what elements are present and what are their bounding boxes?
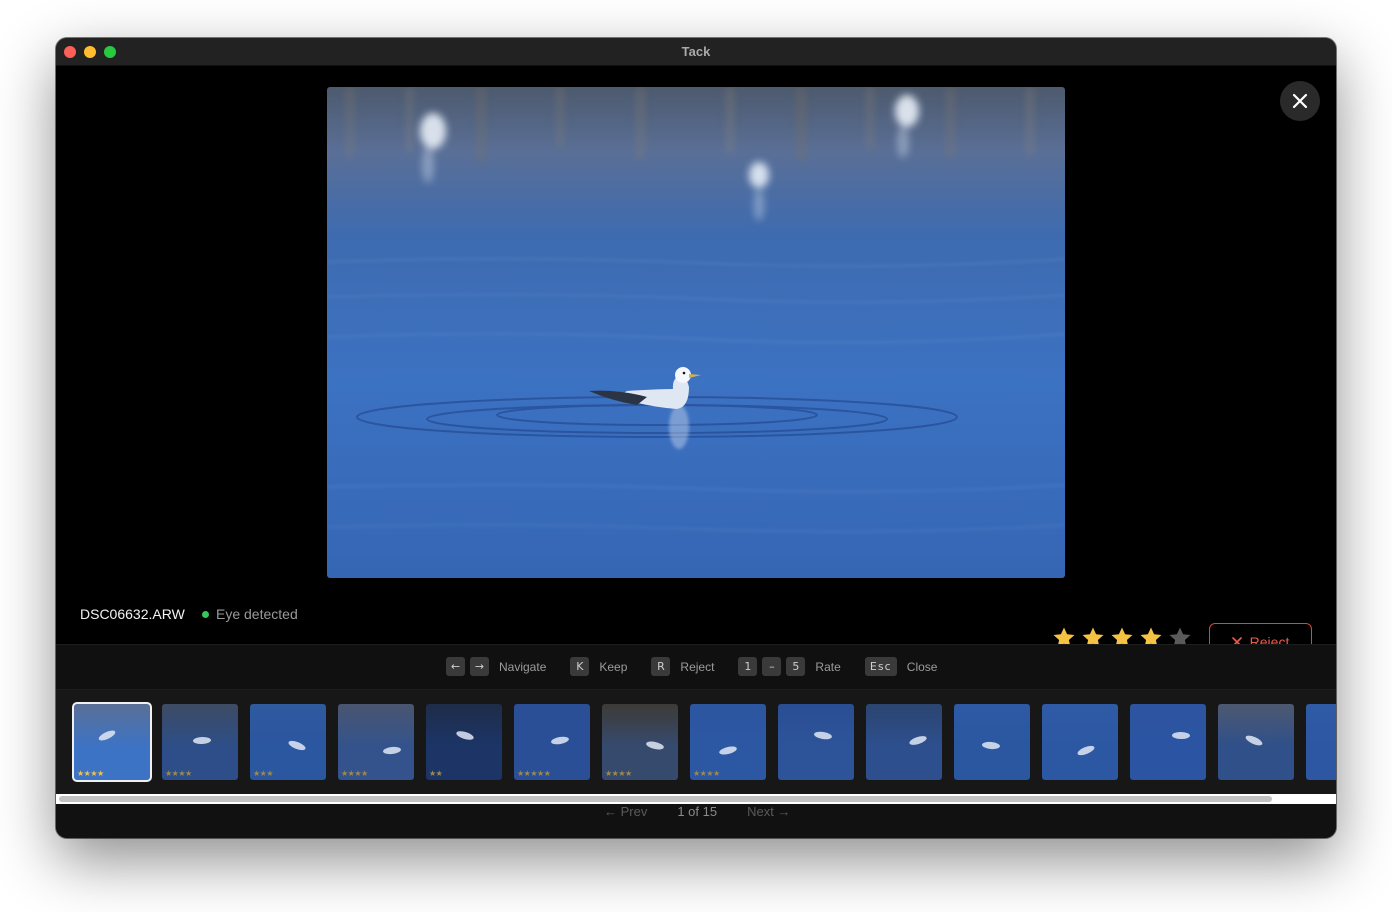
bird-shape (813, 730, 833, 741)
key-5: 5 (786, 657, 806, 676)
thumbnail[interactable] (1218, 704, 1294, 780)
key-left-arrow: ← (446, 657, 465, 676)
status-dot (202, 610, 209, 618)
photo-filename: DSC06632.ARW (80, 606, 185, 622)
keep-hint: Keep (599, 659, 628, 674)
thumbnail[interactable]: ★★★★★ (514, 704, 590, 780)
close-hint: Close (906, 659, 938, 674)
thumbnail[interactable] (778, 704, 854, 780)
thumbnail[interactable]: ★★★★ (338, 704, 414, 780)
thumbnail-rating: ★★★★ (341, 769, 368, 778)
bird-shape (287, 739, 307, 752)
bird-shape (908, 734, 928, 747)
thumbnail[interactable]: ★★★★ (162, 704, 238, 780)
bird-shape (718, 744, 738, 757)
thumbnail[interactable] (866, 704, 942, 780)
eye-detection-status: Eye detected (202, 606, 298, 622)
eye-status-label: Eye detected (216, 606, 298, 622)
pager: ← Prev 1 of 15 Next → (56, 804, 1336, 838)
thumbnail[interactable]: ★★ (426, 704, 502, 780)
thumbnail[interactable]: ★★★ (250, 704, 326, 780)
thumbnail[interactable] (1130, 704, 1206, 780)
key-dash: – (762, 657, 782, 676)
bird-shape (455, 729, 475, 742)
close-viewer-button[interactable] (1280, 81, 1320, 121)
key-esc: Esc (864, 657, 897, 676)
thumbnail-rating: ★★★★ (165, 769, 192, 778)
scrollbar-thumb[interactable] (59, 796, 1272, 802)
key-right-arrow: → (470, 657, 489, 676)
key-k: K (570, 657, 590, 676)
main-photo (327, 87, 1065, 578)
close-icon (1292, 93, 1308, 109)
thumbnail[interactable]: ★★★★ (690, 704, 766, 780)
shortcut-hints: ← → Navigate K Keep R Reject 1 – 5 Rate … (56, 644, 1336, 690)
app-window: Tack DSC06632.ARW Eye detected Reject ← … (56, 38, 1336, 838)
thumbnail[interactable]: ★★★★ (602, 704, 678, 780)
key-r: R (651, 657, 671, 676)
bird-shape (645, 740, 665, 751)
window-title: Tack (681, 44, 711, 59)
thumbnail-rating: ★★★★ (77, 769, 104, 778)
thumbnail[interactable] (1042, 704, 1118, 780)
thumbnail-rating: ★★★★ (693, 769, 720, 778)
filmstrip[interactable]: ★★★★ ★★★★ ★★★ ★★★★ ★★ ★★★★★ ★★★★ ★★★★ (56, 690, 1336, 794)
filmstrip-scrollbar[interactable] (56, 794, 1336, 804)
bird-shape (192, 736, 212, 745)
bird-shape (97, 728, 117, 743)
prev-button[interactable]: ← Prev (604, 804, 647, 819)
bird-shape (1076, 743, 1096, 758)
bird-shape (1244, 733, 1264, 748)
navigate-hint: Navigate (499, 659, 547, 674)
thumbnail-rating: ★★★ (253, 769, 274, 778)
thumbnail[interactable] (1306, 704, 1336, 780)
photo-viewer: DSC06632.ARW Eye detected Reject (56, 66, 1336, 661)
title-bar: Tack (56, 38, 1336, 66)
thumbnail-rating: ★★ (429, 769, 443, 778)
reject-hint: Reject (680, 659, 715, 674)
thumbnail-rating: ★★★★★ (517, 769, 551, 778)
bird-shape (382, 746, 402, 755)
next-button[interactable]: Next → (747, 804, 790, 819)
key-1: 1 (738, 657, 758, 676)
rate-hint: Rate (815, 659, 841, 674)
page-position: 1 of 15 (677, 804, 718, 819)
thumbnail[interactable] (954, 704, 1030, 780)
bird-shape (1171, 731, 1191, 740)
thumbnail-rating: ★★★★ (605, 769, 632, 778)
thumbnail-active[interactable]: ★★★★ (72, 702, 152, 782)
bird-shape (550, 735, 570, 746)
bird-shape (981, 741, 1001, 750)
